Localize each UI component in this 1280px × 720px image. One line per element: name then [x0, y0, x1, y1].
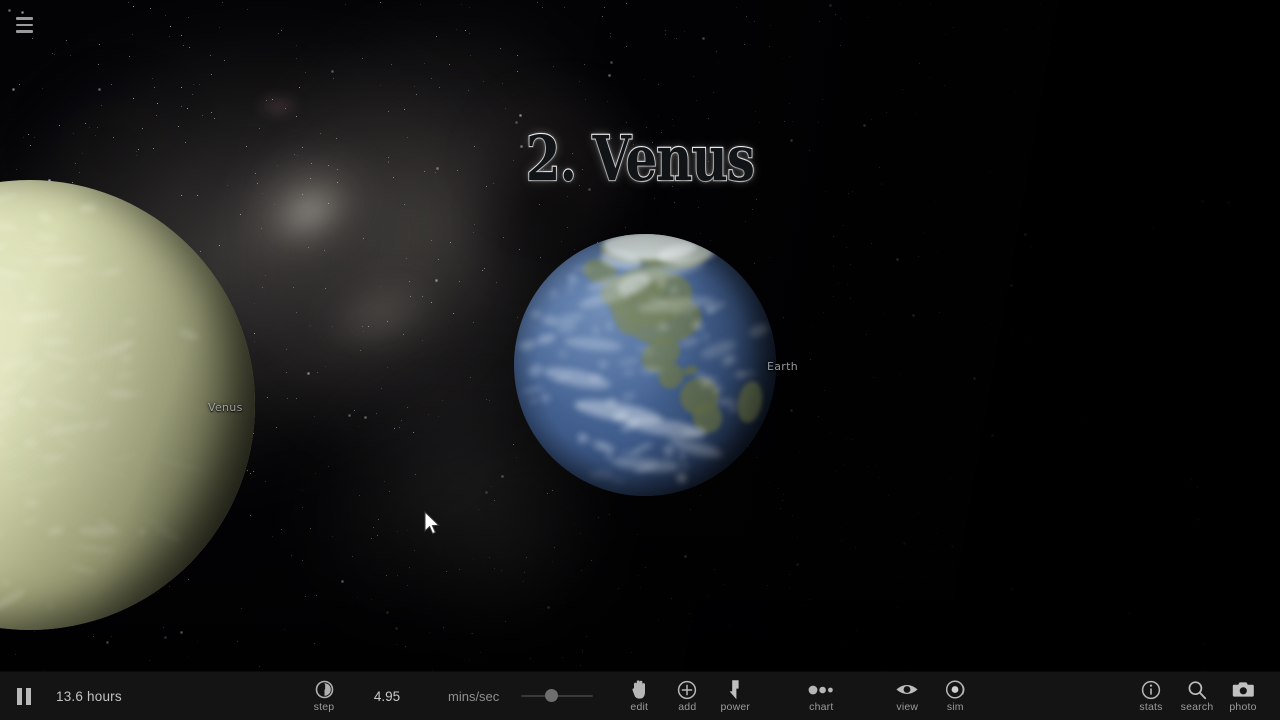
hamburger-menu-icon[interactable] [10, 12, 38, 38]
chart-label: chart [809, 701, 834, 714]
view-label: view [896, 701, 919, 714]
pause-bar-2 [26, 687, 31, 705]
orbit-dot-icon [945, 679, 966, 700]
chart-button[interactable]: chart [797, 672, 845, 720]
sim-label: sim [946, 701, 964, 714]
add-label: add [678, 701, 697, 714]
menu-bar-2 [15, 23, 33, 27]
add-button[interactable]: add [663, 672, 711, 720]
planet-label-earth: Earth [767, 360, 798, 373]
toolbar-left-group: 13.6 hours step 4.95 mins/sec [0, 672, 594, 720]
photo-button[interactable]: photo [1220, 672, 1266, 720]
camera-icon [1232, 679, 1255, 700]
menu-bar-3 [15, 30, 33, 33]
stats-label: stats [1139, 701, 1163, 714]
three-dots-icon [808, 679, 834, 700]
info-circle-icon [1141, 679, 1161, 700]
time-rate-value[interactable]: 4.95 [370, 689, 404, 704]
pause-bar-1 [17, 687, 22, 705]
lightning-bolt-icon [728, 679, 743, 700]
sim-button[interactable]: sim [931, 672, 979, 720]
edit-button[interactable]: edit [615, 672, 663, 720]
simulation-time-readout: 13.6 hours [56, 688, 122, 704]
toolbar-center-group: edit add power chart view sim [615, 672, 979, 720]
magnifier-icon [1187, 679, 1207, 700]
eye-icon [895, 679, 919, 700]
power-button[interactable]: power [711, 672, 759, 720]
planet-label-venus: Venus [208, 401, 243, 414]
time-rate-unit: mins/sec [448, 688, 500, 704]
menu-bar-1 [15, 17, 33, 20]
view-button[interactable]: view [883, 672, 931, 720]
toolbar-right-group: stats search photo [1128, 672, 1280, 720]
bottom-toolbar: 13.6 hours step 4.95 mins/sec edit add p… [0, 671, 1280, 720]
stats-button[interactable]: stats [1128, 672, 1174, 720]
search-button[interactable]: search [1174, 672, 1220, 720]
power-label: power [720, 701, 751, 714]
step-label: step [313, 701, 335, 714]
hand-icon [630, 679, 649, 700]
slider-knob[interactable] [545, 689, 559, 702]
pause-icon[interactable] [0, 672, 48, 720]
earth-terminator-shading [514, 234, 776, 496]
step-button[interactable]: step [300, 672, 348, 720]
time-rate-slider[interactable] [521, 685, 594, 707]
app-root: Venus Earth 2. Venus 13.6 hours step 4.9… [0, 0, 1280, 720]
plus-circle-icon [677, 679, 697, 700]
photo-label: photo [1229, 701, 1257, 714]
edit-label: edit [630, 701, 649, 714]
planet-earth[interactable] [514, 234, 776, 496]
search-label: search [1180, 701, 1214, 714]
step-clock-icon [315, 679, 334, 700]
